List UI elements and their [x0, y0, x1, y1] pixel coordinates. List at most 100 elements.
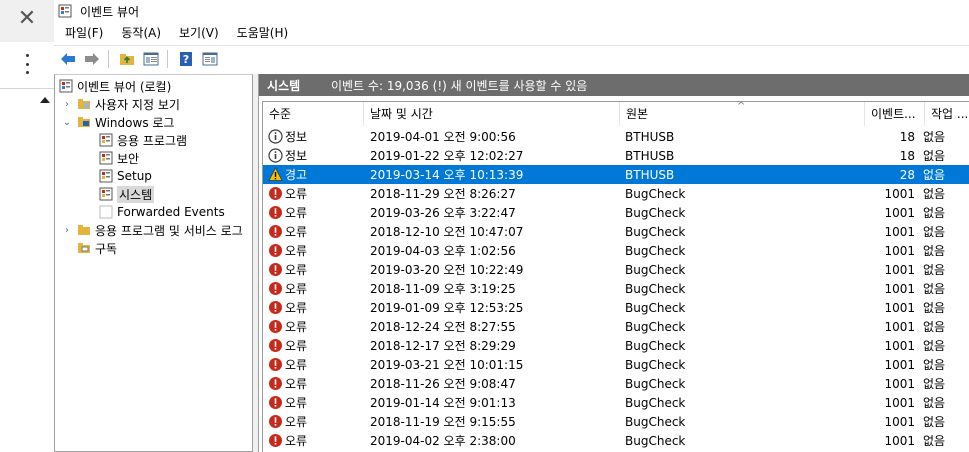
table-row[interactable]: 오류 2019-03-26 오후 3:22:47 BugCheck 1001 없음 [263, 203, 969, 222]
level-text: 오류 [285, 225, 308, 239]
help-button[interactable]: ? [176, 49, 196, 69]
console-tree-icon [143, 52, 159, 65]
menu-view[interactable]: 보기(V) [168, 23, 226, 43]
tree-item-root[interactable]: 이벤트 뷰어 (로컬) [59, 77, 171, 95]
folder-up-icon [120, 53, 134, 65]
tree-item-forwarded-events[interactable]: Forwarded Events [99, 203, 225, 221]
tree-label: 구독 [95, 241, 118, 256]
table-row[interactable]: 오류 2019-01-09 오후 12:53:25 BugCheck 1001 없음 [263, 298, 969, 317]
tree-item-subscriptions[interactable]: 구독 [77, 239, 117, 257]
log-icon [99, 169, 113, 183]
error-icon [269, 339, 282, 352]
cell-level: 정보 [263, 128, 364, 145]
error-icon [269, 415, 282, 428]
menu-bar: 파일(F) 동작(A) 보기(V) 도움말(H) [54, 22, 969, 44]
cell-source: BugCheck [625, 338, 686, 353]
cell-task: 없음 [923, 225, 946, 239]
cell-date: 2019-03-21 오전 10:01:15 [370, 358, 524, 372]
cell-date: 2018-12-24 오전 8:27:55 [370, 320, 516, 334]
error-icon [269, 263, 282, 276]
cell-date: 2019-04-03 오후 1:02:56 [370, 244, 516, 258]
menu-file[interactable]: 파일(F) [54, 23, 110, 43]
tree-item-app-service-logs[interactable]: › 응용 프로그램 및 서비스 로그 [61, 221, 243, 239]
table-row[interactable]: 오류 2019-03-21 오전 10:01:15 BugCheck 1001 없음 [263, 355, 969, 374]
level-text: 오류 [285, 320, 308, 334]
chevron-down-icon[interactable]: ⌄ [61, 117, 73, 128]
cell-date: 2018-11-26 오전 9:08:47 [370, 377, 516, 391]
cell-level: 오류 [263, 280, 364, 297]
column-header-event-id[interactable]: 이벤트... [865, 102, 925, 126]
table-row[interactable]: 오류 2018-11-29 오전 8:26:27 BugCheck 1001 없음 [263, 184, 969, 203]
error-icon [269, 206, 282, 219]
tree-item-setup-log[interactable]: Setup [99, 167, 152, 185]
show-hide-console-tree-button[interactable] [141, 49, 161, 69]
table-row[interactable]: 오류 2019-01-14 오전 9:01:13 BugCheck 1001 없음 [263, 393, 969, 412]
back-button[interactable] [58, 49, 78, 69]
cell-source: BugCheck [625, 433, 686, 448]
cell-source: BugCheck [625, 262, 686, 277]
chevron-right-icon[interactable]: › [61, 225, 73, 236]
table-row[interactable]: 오류 2018-11-19 오전 9:15:55 BugCheck 1001 없음 [263, 412, 969, 431]
table-row[interactable]: 오류 2018-11-09 오후 3:19:25 BugCheck 1001 없음 [263, 279, 969, 298]
cell-event-id: 1001 [884, 205, 915, 220]
column-header-date[interactable]: 날짜 및 시간 [364, 102, 620, 126]
cell-task: 없음 [923, 168, 946, 182]
cell-date: 2018-12-10 오전 10:47:07 [370, 225, 524, 239]
column-header-level[interactable]: 수준 [263, 102, 364, 126]
cell-event-id: 1001 [884, 186, 915, 201]
tree-item-system-log[interactable]: 시스템 [99, 185, 155, 203]
cell-task: 없음 [923, 244, 946, 258]
cell-event-id: 1001 [884, 262, 915, 277]
table-row[interactable]: 오류 2018-12-17 오전 8:29:29 BugCheck 1001 없음 [263, 336, 969, 355]
console-tree[interactable]: 이벤트 뷰어 (로컬) › 사용자 지정 보기 ⌄ Windows 로그 응용 … [40, 74, 253, 452]
table-row[interactable]: 정보 2019-04-01 오전 9:00:56 BTHUSB 18 없음 [263, 127, 969, 146]
tree-item-security-log[interactable]: 보안 [99, 149, 139, 167]
table-row[interactable]: 오류 2019-04-03 오후 1:02:56 BugCheck 1001 없음 [263, 241, 969, 260]
table-row[interactable]: 오류 2018-12-24 오전 8:27:55 BugCheck 1001 없음 [263, 317, 969, 336]
close-icon[interactable]: ✕ [14, 6, 40, 32]
cell-event-id: 1001 [884, 376, 915, 391]
level-text: 경고 [285, 168, 308, 182]
cell-date: 2018-12-17 오전 8:29:29 [370, 339, 516, 353]
more-options-icon[interactable] [20, 52, 34, 76]
chevron-right-icon[interactable]: › [61, 99, 73, 110]
show-hide-action-pane-button[interactable] [200, 49, 220, 69]
scroll-up-arrow-icon[interactable] [40, 97, 50, 103]
table-row[interactable]: 오류 2018-11-26 오전 9:08:47 BugCheck 1001 없음 [263, 374, 969, 393]
cell-level: 정보 [263, 147, 364, 164]
side-strip-divider [0, 88, 54, 89]
subscriptions-icon [78, 243, 90, 253]
forward-button[interactable] [82, 49, 102, 69]
tree-item-windows-logs[interactable]: ⌄ Windows 로그 [61, 113, 175, 131]
table-row[interactable]: 오류 2018-12-10 오전 10:47:07 BugCheck 1001 없음 [263, 222, 969, 241]
table-row[interactable]: 오류 2019-04-02 오후 2:38:00 BugCheck 1001 없음 [263, 431, 969, 450]
cell-event-id: 1001 [884, 395, 915, 410]
cell-level: 오류 [263, 356, 364, 373]
table-row[interactable]: 오류 2019-03-20 오전 10:22:49 BugCheck 1001 없음 [263, 260, 969, 279]
cell-level: 오류 [263, 413, 364, 430]
column-header-task[interactable]: 작업 ... [925, 102, 969, 126]
cell-level: 오류 [263, 394, 364, 411]
level-text: 오류 [285, 244, 308, 258]
cell-date: 2019-03-20 오전 10:22:49 [370, 263, 524, 277]
tree-label: Forwarded Events [117, 205, 225, 219]
cell-event-id: 1001 [884, 433, 915, 448]
cell-date: 2018-11-29 오전 8:26:27 [370, 187, 516, 201]
tree-item-custom-views[interactable]: › 사용자 지정 보기 [61, 95, 180, 113]
info-icon [268, 129, 283, 144]
menu-action[interactable]: 동작(A) [110, 23, 168, 43]
cell-task: 없음 [923, 130, 946, 144]
cell-source: BugCheck [625, 300, 686, 315]
menu-help[interactable]: 도움말(H) [226, 23, 296, 43]
up-folder-button[interactable] [117, 49, 137, 69]
events-table[interactable]: 수준 날짜 및 시간 원본 이벤트... 작업 ... ^ 정보 2019-04-… [262, 101, 969, 452]
cell-event-id: 1001 [884, 414, 915, 429]
table-row[interactable]: 정보 2019-01-22 오후 12:02:27 BTHUSB 18 없음 [263, 146, 969, 165]
table-row[interactable]: 경고 2019-03-14 오후 10:13:39 BTHUSB 28 없음 [263, 165, 969, 184]
cell-task: 없음 [923, 320, 946, 334]
tree-label: Setup [117, 169, 152, 183]
level-text: 오류 [285, 301, 308, 315]
tree-item-application-log[interactable]: 응용 프로그램 [99, 131, 187, 149]
level-text: 정보 [285, 149, 308, 163]
event-viewer-icon [59, 79, 73, 93]
